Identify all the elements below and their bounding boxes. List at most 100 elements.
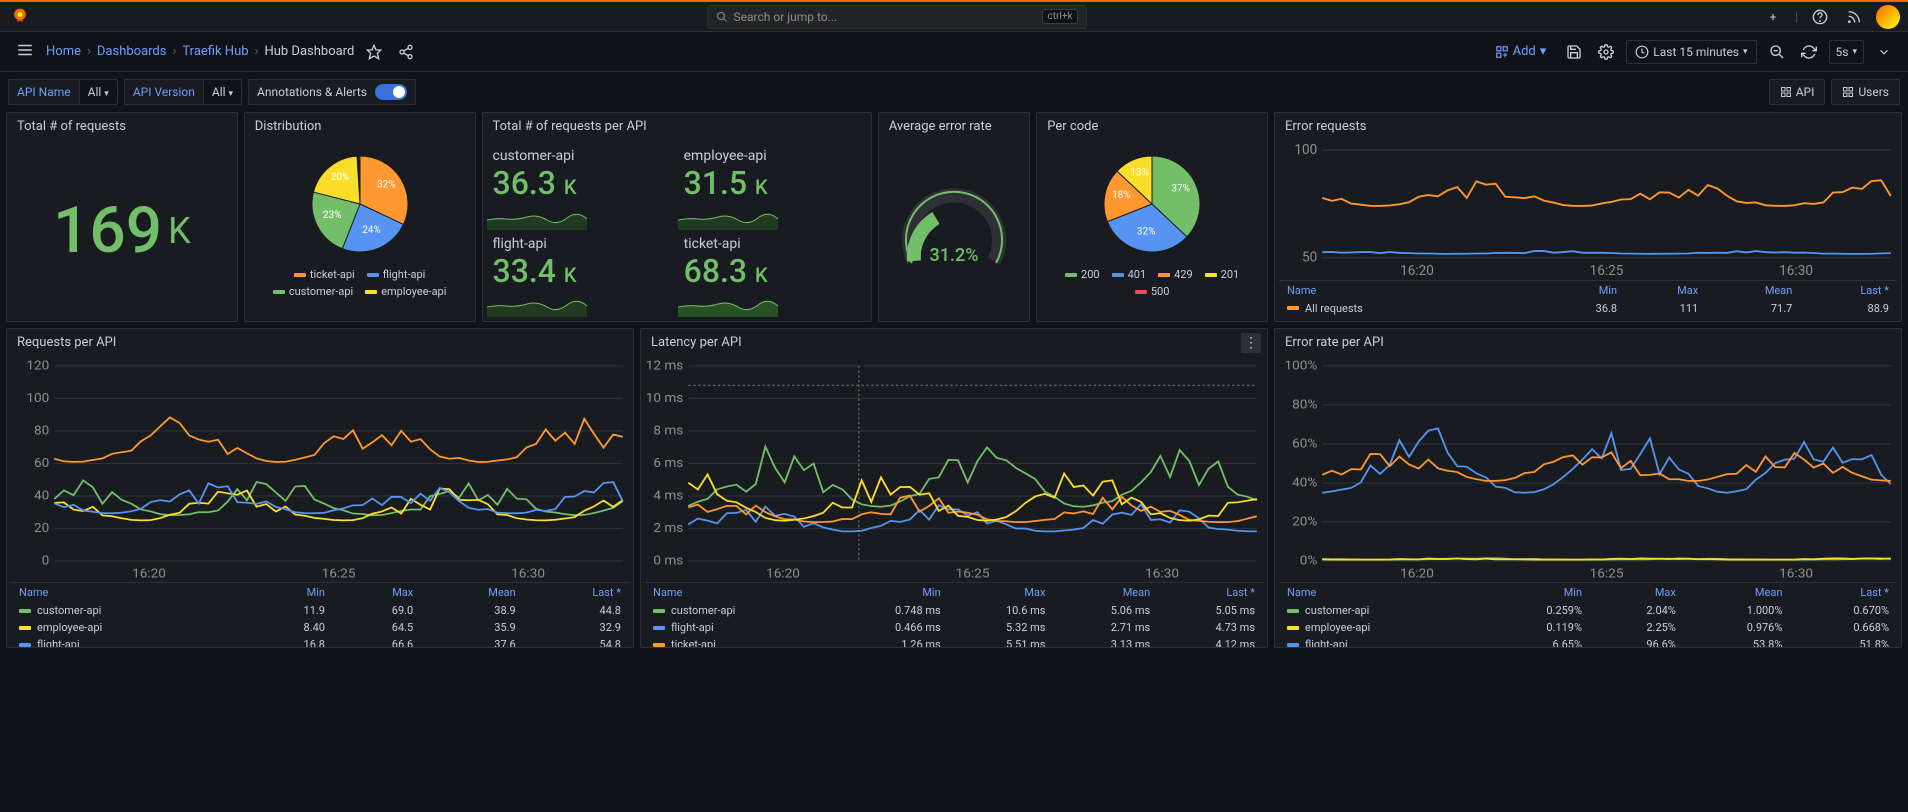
panel-menu-icon[interactable]: ⋮ (1241, 333, 1261, 353)
table-header[interactable]: Max (1590, 583, 1684, 602)
legend-item[interactable]: 201 (1205, 268, 1240, 281)
table-header[interactable]: Last * (524, 583, 629, 602)
breadcrumb-folder[interactable]: Traefik Hub (182, 44, 248, 59)
zoom-out-icon[interactable] (1765, 40, 1789, 64)
legend-item[interactable]: flight-api (367, 268, 426, 281)
annotations-label: Annotations & Alerts (257, 85, 367, 99)
table-header[interactable]: Mean (1706, 281, 1800, 300)
settings-icon[interactable] (1594, 40, 1618, 64)
svg-text:16:20: 16:20 (766, 567, 800, 582)
svg-text:50: 50 (1302, 249, 1317, 265)
add-panel-button[interactable]: Add ▾ (1487, 40, 1555, 63)
refresh-icon[interactable] (1797, 40, 1821, 64)
add-menu-icon[interactable]: + (1761, 5, 1785, 29)
save-dashboard-icon[interactable] (1562, 40, 1586, 64)
svg-text:8 ms: 8 ms (653, 424, 683, 439)
svg-text:120: 120 (26, 360, 49, 373)
table-row[interactable]: flight-api6.65%96.6%53.8%51.8% (1279, 636, 1897, 648)
table-row[interactable]: flight-api0.466 ms5.32 ms2.71 ms4.73 ms (645, 619, 1263, 636)
table-row[interactable]: All requests36.811171.788.9 (1279, 300, 1897, 317)
table-header[interactable]: Mean (421, 583, 524, 602)
svg-text:60: 60 (34, 456, 49, 471)
svg-text:16:30: 16:30 (1145, 567, 1179, 582)
breadcrumb-current: Hub Dashboard (264, 44, 354, 59)
table-header[interactable]: Max (333, 583, 421, 602)
legend-item[interactable]: ticket-api (294, 268, 355, 281)
table-row[interactable]: Non 2xx Requests2.6111.25.475.69 (1279, 317, 1897, 322)
svg-text:16:25: 16:25 (1590, 567, 1624, 582)
panel-avg-error-rate: Average error rate 31.2% (878, 112, 1031, 322)
user-avatar[interactable] (1876, 5, 1900, 29)
panel-requests-per-api-ts: Requests per API 02040608010012016:2016:… (6, 328, 634, 648)
svg-text:16:20: 16:20 (1400, 263, 1434, 279)
svg-text:40: 40 (34, 489, 49, 504)
table-header[interactable]: Name (645, 583, 832, 602)
table-header[interactable]: Name (1279, 281, 1544, 300)
legend-item[interactable]: 200 (1065, 268, 1100, 281)
table-header[interactable]: Min (245, 583, 333, 602)
search-kbd: ctrl+k (1042, 9, 1077, 24)
share-icon[interactable] (394, 40, 418, 64)
panel-requests-per-api: Total # of requests per API customer-api… (482, 112, 872, 322)
table-header[interactable]: Mean (1053, 583, 1158, 602)
svg-text:16:30: 16:30 (1779, 263, 1813, 279)
panel-error-rate-per-api: Error rate per API 0%20%40%60%80%100%16:… (1274, 328, 1902, 648)
news-icon[interactable] (1842, 5, 1866, 29)
svg-text:100: 100 (1294, 144, 1317, 158)
global-search[interactable]: Search or jump to... ctrl+k (707, 5, 1087, 29)
table-row[interactable]: customer-api0.748 ms10.6 ms5.06 ms5.05 m… (645, 602, 1263, 619)
table-row[interactable]: customer-api0.259%2.04%1.000%0.670% (1279, 602, 1897, 619)
chevron-down-icon[interactable] (1872, 40, 1896, 64)
svg-text:16:20: 16:20 (1400, 567, 1434, 582)
svg-text:60%: 60% (1292, 437, 1318, 452)
requests-per-api-chart: 02040608010012016:2016:2516:30 (11, 360, 629, 582)
legend-item[interactable]: employee-api (365, 285, 446, 298)
breadcrumb-home[interactable]: Home (46, 44, 81, 59)
breadcrumb-dashboards[interactable]: Dashboards (97, 44, 167, 59)
table-header[interactable]: Min (832, 583, 948, 602)
var-api-version-value[interactable]: All ▾ (204, 79, 242, 105)
svg-text:80%: 80% (1292, 398, 1318, 413)
svg-text:32%: 32% (377, 179, 396, 190)
svg-text:20%: 20% (330, 172, 349, 183)
table-header[interactable]: Name (1279, 583, 1484, 602)
error-rate-chart: 0%20%40%60%80%100%16:2016:2516:30 (1279, 360, 1897, 582)
svg-text:24%: 24% (362, 225, 381, 236)
table-row[interactable]: employee-api0.119%2.25%0.976%0.668% (1279, 619, 1897, 636)
distribution-pie-chart: 32%24%23%20% (300, 144, 420, 264)
legend-item[interactable]: customer-api (273, 285, 353, 298)
svg-text:12 ms: 12 ms (646, 360, 684, 373)
table-header[interactable]: Min (1544, 281, 1625, 300)
table-header[interactable]: Last * (1800, 281, 1897, 300)
table-row[interactable]: customer-api11.969.038.944.8 (11, 602, 629, 619)
grafana-logo[interactable] (8, 5, 32, 29)
table-header[interactable]: Min (1484, 583, 1591, 602)
svg-text:16:25: 16:25 (1590, 263, 1624, 279)
svg-text:100: 100 (26, 391, 49, 406)
favorite-star-icon[interactable] (362, 40, 386, 64)
time-range-picker[interactable]: Last 15 minutes ▾ (1626, 40, 1756, 64)
annotations-toggle[interactable] (375, 84, 407, 100)
menu-toggle-icon[interactable] (12, 37, 38, 66)
table-row[interactable]: employee-api8.4064.535.932.9 (11, 619, 629, 636)
table-header[interactable]: Name (11, 583, 245, 602)
legend-item[interactable]: 500 (1135, 285, 1170, 298)
refresh-interval-picker[interactable]: 5s ▾ (1829, 40, 1864, 64)
link-api[interactable]: API (1769, 79, 1826, 105)
link-users[interactable]: Users (1831, 79, 1900, 105)
table-row[interactable]: flight-api16.866.637.654.8 (11, 636, 629, 648)
help-icon[interactable] (1808, 5, 1832, 29)
table-header[interactable]: Max (1625, 281, 1706, 300)
table-row[interactable]: ticket-api1.26 ms5.51 ms3.13 ms4.12 ms (645, 636, 1263, 648)
legend-item[interactable]: 401 (1112, 268, 1147, 281)
table-header[interactable]: Last * (1158, 583, 1263, 602)
legend-item[interactable]: 429 (1158, 268, 1193, 281)
svg-text:13%: 13% (1130, 167, 1149, 178)
gauge-chart: 31.2% (894, 171, 1014, 291)
svg-text:16:25: 16:25 (956, 567, 990, 582)
table-header[interactable]: Last * (1790, 583, 1897, 602)
table-header[interactable]: Max (949, 583, 1054, 602)
error-requests-chart: 50 100 16:20 16:25 16:30 (1279, 144, 1897, 280)
table-header[interactable]: Mean (1684, 583, 1791, 602)
var-api-name-value[interactable]: All ▾ (80, 79, 118, 105)
